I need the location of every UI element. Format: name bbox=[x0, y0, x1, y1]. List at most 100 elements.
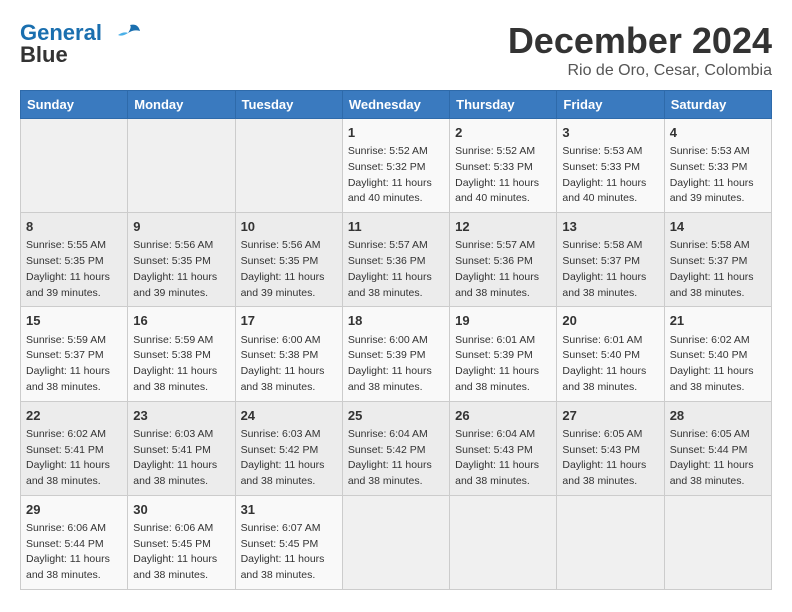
day-number: 11 bbox=[348, 218, 444, 236]
day-info: Sunrise: 6:01 AMSunset: 5:39 PMDaylight:… bbox=[455, 334, 539, 393]
day-info: Sunrise: 5:57 AMSunset: 5:36 PMDaylight:… bbox=[348, 239, 432, 298]
day-info: Sunrise: 5:59 AMSunset: 5:38 PMDaylight:… bbox=[133, 334, 217, 393]
day-number: 16 bbox=[133, 312, 229, 330]
calendar-cell: 20 Sunrise: 6:01 AMSunset: 5:40 PMDaylig… bbox=[557, 307, 664, 401]
location-subtitle: Rio de Oro, Cesar, Colombia bbox=[508, 62, 772, 80]
calendar-cell: 25 Sunrise: 6:04 AMSunset: 5:42 PMDaylig… bbox=[342, 401, 449, 495]
day-number: 26 bbox=[455, 407, 551, 425]
day-number: 24 bbox=[241, 407, 337, 425]
day-info: Sunrise: 6:06 AMSunset: 5:45 PMDaylight:… bbox=[133, 522, 217, 581]
day-number: 29 bbox=[26, 501, 122, 519]
day-info: Sunrise: 5:57 AMSunset: 5:36 PMDaylight:… bbox=[455, 239, 539, 298]
day-number: 2 bbox=[455, 124, 551, 142]
day-info: Sunrise: 5:58 AMSunset: 5:37 PMDaylight:… bbox=[562, 239, 646, 298]
day-info: Sunrise: 5:52 AMSunset: 5:33 PMDaylight:… bbox=[455, 145, 539, 204]
day-number: 12 bbox=[455, 218, 551, 236]
day-info: Sunrise: 5:56 AMSunset: 5:35 PMDaylight:… bbox=[133, 239, 217, 298]
calendar-cell: 4 Sunrise: 5:53 AMSunset: 5:33 PMDayligh… bbox=[664, 119, 771, 213]
day-number: 1 bbox=[348, 124, 444, 142]
day-info: Sunrise: 6:06 AMSunset: 5:44 PMDaylight:… bbox=[26, 522, 110, 581]
day-info: Sunrise: 6:02 AMSunset: 5:41 PMDaylight:… bbox=[26, 428, 110, 487]
day-info: Sunrise: 5:53 AMSunset: 5:33 PMDaylight:… bbox=[670, 145, 754, 204]
day-info: Sunrise: 6:05 AMSunset: 5:43 PMDaylight:… bbox=[562, 428, 646, 487]
day-info: Sunrise: 6:02 AMSunset: 5:40 PMDaylight:… bbox=[670, 334, 754, 393]
day-number: 28 bbox=[670, 407, 766, 425]
day-number: 27 bbox=[562, 407, 658, 425]
header-row: SundayMondayTuesdayWednesdayThursdayFrid… bbox=[21, 91, 772, 119]
day-info: Sunrise: 6:00 AMSunset: 5:38 PMDaylight:… bbox=[241, 334, 325, 393]
weekday-header: Tuesday bbox=[235, 91, 342, 119]
calendar-week-row: 1 Sunrise: 5:52 AMSunset: 5:32 PMDayligh… bbox=[21, 119, 772, 213]
day-number: 13 bbox=[562, 218, 658, 236]
calendar-week-row: 15 Sunrise: 5:59 AMSunset: 5:37 PMDaylig… bbox=[21, 307, 772, 401]
calendar-cell: 2 Sunrise: 5:52 AMSunset: 5:33 PMDayligh… bbox=[450, 119, 557, 213]
day-number: 14 bbox=[670, 218, 766, 236]
day-info: Sunrise: 5:55 AMSunset: 5:35 PMDaylight:… bbox=[26, 239, 110, 298]
calendar-cell: 16 Sunrise: 5:59 AMSunset: 5:38 PMDaylig… bbox=[128, 307, 235, 401]
day-number: 4 bbox=[670, 124, 766, 142]
weekday-header: Monday bbox=[128, 91, 235, 119]
calendar-week-row: 8 Sunrise: 5:55 AMSunset: 5:35 PMDayligh… bbox=[21, 213, 772, 307]
title-block: December 2024 Rio de Oro, Cesar, Colombi… bbox=[508, 20, 772, 80]
day-number: 31 bbox=[241, 501, 337, 519]
day-info: Sunrise: 6:01 AMSunset: 5:40 PMDaylight:… bbox=[562, 334, 646, 393]
day-info: Sunrise: 5:58 AMSunset: 5:37 PMDaylight:… bbox=[670, 239, 754, 298]
calendar-week-row: 22 Sunrise: 6:02 AMSunset: 5:41 PMDaylig… bbox=[21, 401, 772, 495]
calendar-cell: 15 Sunrise: 5:59 AMSunset: 5:37 PMDaylig… bbox=[21, 307, 128, 401]
calendar-cell: 26 Sunrise: 6:04 AMSunset: 5:43 PMDaylig… bbox=[450, 401, 557, 495]
calendar-cell: 31 Sunrise: 6:07 AMSunset: 5:45 PMDaylig… bbox=[235, 495, 342, 589]
calendar-week-row: 29 Sunrise: 6:06 AMSunset: 5:44 PMDaylig… bbox=[21, 495, 772, 589]
calendar-cell bbox=[21, 119, 128, 213]
calendar-cell: 9 Sunrise: 5:56 AMSunset: 5:35 PMDayligh… bbox=[128, 213, 235, 307]
day-number: 18 bbox=[348, 312, 444, 330]
day-info: Sunrise: 6:07 AMSunset: 5:45 PMDaylight:… bbox=[241, 522, 325, 581]
calendar-cell: 21 Sunrise: 6:02 AMSunset: 5:40 PMDaylig… bbox=[664, 307, 771, 401]
day-info: Sunrise: 5:56 AMSunset: 5:35 PMDaylight:… bbox=[241, 239, 325, 298]
day-info: Sunrise: 6:03 AMSunset: 5:42 PMDaylight:… bbox=[241, 428, 325, 487]
day-number: 30 bbox=[133, 501, 229, 519]
day-number: 19 bbox=[455, 312, 551, 330]
calendar-cell: 27 Sunrise: 6:05 AMSunset: 5:43 PMDaylig… bbox=[557, 401, 664, 495]
day-info: Sunrise: 6:04 AMSunset: 5:42 PMDaylight:… bbox=[348, 428, 432, 487]
day-number: 25 bbox=[348, 407, 444, 425]
calendar-cell: 13 Sunrise: 5:58 AMSunset: 5:37 PMDaylig… bbox=[557, 213, 664, 307]
logo-blue: Blue bbox=[20, 42, 68, 68]
calendar-cell: 29 Sunrise: 6:06 AMSunset: 5:44 PMDaylig… bbox=[21, 495, 128, 589]
calendar-cell bbox=[557, 495, 664, 589]
calendar-table: SundayMondayTuesdayWednesdayThursdayFrid… bbox=[20, 90, 772, 590]
month-title: December 2024 bbox=[508, 20, 772, 62]
weekday-header: Sunday bbox=[21, 91, 128, 119]
day-number: 9 bbox=[133, 218, 229, 236]
day-number: 23 bbox=[133, 407, 229, 425]
calendar-cell: 8 Sunrise: 5:55 AMSunset: 5:35 PMDayligh… bbox=[21, 213, 128, 307]
calendar-cell: 11 Sunrise: 5:57 AMSunset: 5:36 PMDaylig… bbox=[342, 213, 449, 307]
day-number: 10 bbox=[241, 218, 337, 236]
calendar-cell: 19 Sunrise: 6:01 AMSunset: 5:39 PMDaylig… bbox=[450, 307, 557, 401]
day-info: Sunrise: 6:00 AMSunset: 5:39 PMDaylight:… bbox=[348, 334, 432, 393]
calendar-cell: 3 Sunrise: 5:53 AMSunset: 5:33 PMDayligh… bbox=[557, 119, 664, 213]
page-header: General Blue December 2024 Rio de Oro, C… bbox=[20, 20, 772, 80]
calendar-cell bbox=[128, 119, 235, 213]
calendar-cell: 14 Sunrise: 5:58 AMSunset: 5:37 PMDaylig… bbox=[664, 213, 771, 307]
day-info: Sunrise: 6:05 AMSunset: 5:44 PMDaylight:… bbox=[670, 428, 754, 487]
day-number: 21 bbox=[670, 312, 766, 330]
day-info: Sunrise: 5:53 AMSunset: 5:33 PMDaylight:… bbox=[562, 145, 646, 204]
calendar-cell bbox=[235, 119, 342, 213]
calendar-cell bbox=[342, 495, 449, 589]
calendar-cell: 17 Sunrise: 6:00 AMSunset: 5:38 PMDaylig… bbox=[235, 307, 342, 401]
weekday-header: Saturday bbox=[664, 91, 771, 119]
calendar-cell bbox=[450, 495, 557, 589]
day-info: Sunrise: 5:52 AMSunset: 5:32 PMDaylight:… bbox=[348, 145, 432, 204]
calendar-cell: 23 Sunrise: 6:03 AMSunset: 5:41 PMDaylig… bbox=[128, 401, 235, 495]
weekday-header: Friday bbox=[557, 91, 664, 119]
day-info: Sunrise: 6:04 AMSunset: 5:43 PMDaylight:… bbox=[455, 428, 539, 487]
calendar-cell: 10 Sunrise: 5:56 AMSunset: 5:35 PMDaylig… bbox=[235, 213, 342, 307]
day-number: 15 bbox=[26, 312, 122, 330]
day-info: Sunrise: 6:03 AMSunset: 5:41 PMDaylight:… bbox=[133, 428, 217, 487]
day-number: 22 bbox=[26, 407, 122, 425]
logo-bird-icon bbox=[110, 23, 142, 45]
calendar-cell: 28 Sunrise: 6:05 AMSunset: 5:44 PMDaylig… bbox=[664, 401, 771, 495]
weekday-header: Wednesday bbox=[342, 91, 449, 119]
day-number: 17 bbox=[241, 312, 337, 330]
calendar-cell: 18 Sunrise: 6:00 AMSunset: 5:39 PMDaylig… bbox=[342, 307, 449, 401]
